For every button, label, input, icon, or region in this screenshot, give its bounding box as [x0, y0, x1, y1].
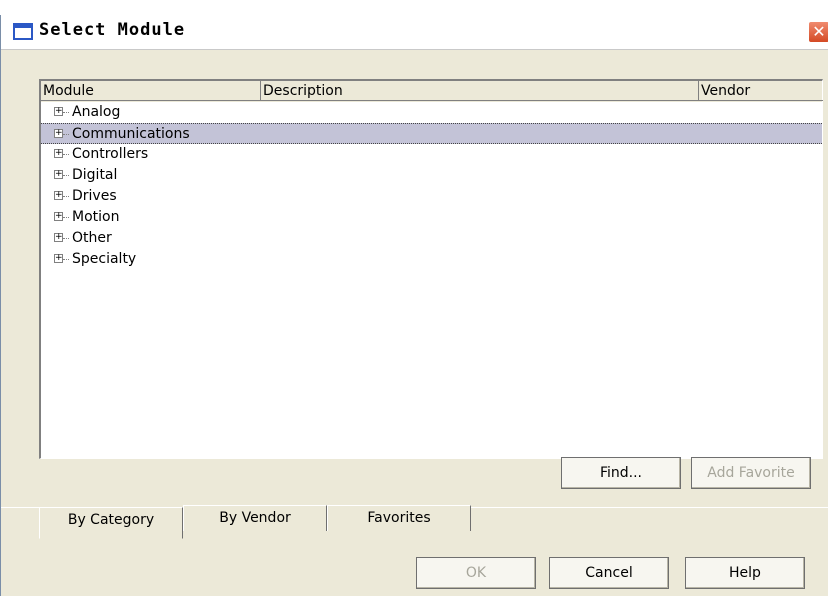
expand-icon[interactable]: +	[54, 191, 63, 200]
expand-icon[interactable]: +	[54, 129, 63, 138]
expand-icon[interactable]: +	[54, 149, 63, 158]
tree-item-label: Communications	[72, 126, 190, 142]
column-header-module[interactable]: Module	[41, 81, 261, 101]
tree-item-label: Digital	[72, 167, 118, 183]
tree-row-specialty[interactable]: + Specialty	[41, 249, 822, 270]
ok-button[interactable]: OK	[416, 557, 536, 589]
close-button[interactable]: ✕	[808, 21, 828, 43]
help-button[interactable]: Help	[685, 557, 805, 589]
column-header-vendor[interactable]: Vendor	[699, 81, 823, 101]
tree-item-label: Specialty	[72, 251, 137, 267]
tree-connector	[63, 154, 69, 155]
tree-connector	[63, 238, 69, 239]
expand-icon[interactable]: +	[54, 233, 63, 242]
tree-row-communications[interactable]: + Communications	[41, 123, 822, 144]
tree-row-other[interactable]: + Other	[41, 228, 822, 249]
tree-row-drives[interactable]: + Drives	[41, 186, 822, 207]
add-favorite-button[interactable]: Add Favorite	[691, 457, 811, 489]
tree-item-label: Motion	[72, 209, 120, 225]
tab-by-vendor[interactable]: By Vendor	[183, 505, 327, 531]
window-title: Select Module	[39, 20, 186, 40]
tree-item-label: Controllers	[72, 146, 149, 162]
tree-row-controllers[interactable]: + Controllers	[41, 144, 822, 165]
tab-favorites[interactable]: Favorites	[327, 505, 471, 531]
tree-item-label: Drives	[72, 188, 117, 204]
tree-header: Module Description Vendor	[41, 81, 823, 102]
expand-icon[interactable]: +	[54, 254, 63, 263]
tree-row-motion[interactable]: + Motion	[41, 207, 822, 228]
tree-row-analog[interactable]: + Analog	[41, 102, 822, 123]
expand-icon[interactable]: +	[54, 107, 63, 116]
tree-connector	[63, 196, 69, 197]
expand-icon[interactable]: +	[54, 212, 63, 221]
cancel-button[interactable]: Cancel	[549, 557, 669, 589]
tab-by-category[interactable]: By Category	[39, 507, 183, 539]
expand-icon[interactable]: +	[54, 170, 63, 179]
find-button[interactable]: Find...	[561, 457, 681, 489]
tree-item-label: Analog	[72, 104, 121, 120]
tree-connector	[63, 134, 69, 135]
window-icon	[13, 23, 33, 40]
title-bar[interactable]: Select Module ✕	[1, 15, 828, 50]
tree-connector	[63, 217, 69, 218]
module-tree[interactable]: Module Description Vendor + Analog + Com…	[39, 79, 823, 459]
select-module-dialog: Select Module ✕ Module Description Vendo…	[0, 15, 828, 596]
tree-connector	[63, 112, 69, 113]
tree-connector	[63, 259, 69, 260]
tree-item-label: Other	[72, 230, 112, 246]
column-header-description[interactable]: Description	[261, 81, 699, 101]
tree-row-digital[interactable]: + Digital	[41, 165, 822, 186]
tree-connector	[63, 175, 69, 176]
